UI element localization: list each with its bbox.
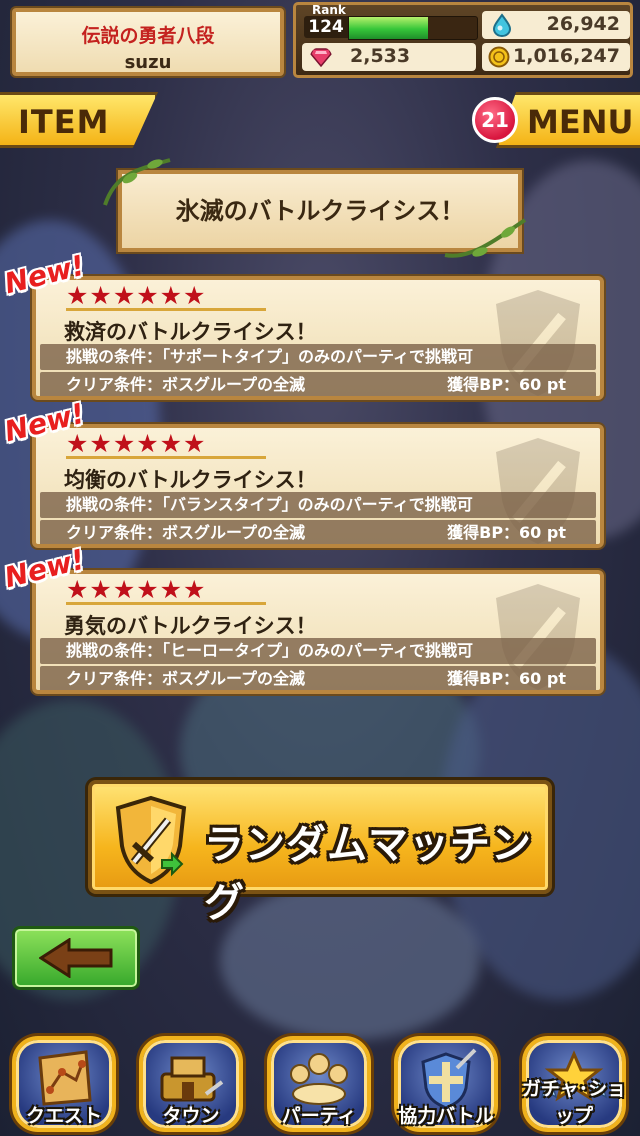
difficulty-stars: ★★★★★★ (66, 429, 207, 458)
menu-notification-badge: 21 (472, 97, 518, 143)
player-stats-panel: Rank 124 26,942 2,533 1,016,247 (293, 2, 633, 78)
bp-reward: 獲得BP：60 pt (447, 523, 566, 542)
difficulty-stars: ★★★★★★ (66, 575, 207, 604)
coin-cell: 1,016,247 (482, 43, 630, 71)
challenge-condition-text: 挑戦の条件：「バランスタイプ」のみのパーティで挑戦可 (66, 495, 473, 514)
stamina-cell: 26,942 (482, 11, 630, 39)
xp-bar (348, 16, 478, 40)
challenge-condition-text: 挑戦の条件：「ヒーロータイプ」のみのパーティで挑戦可 (66, 641, 474, 660)
nav-party[interactable]: パーティ (259, 1030, 379, 1136)
gem-value: 2,533 (350, 45, 411, 67)
town-icon (160, 1056, 224, 1102)
battle-card[interactable]: ★★★★★★ 救済のバトルクライシス！ 挑戦の条件：「サポートタイプ」のみのパーティ… (32, 276, 604, 400)
coin-value: 1,016,247 (513, 45, 620, 67)
battle-title: 救済のバトルクライシス！ (64, 320, 317, 344)
shield-sword-icon (115, 795, 187, 884)
nav-town-label: タウン (162, 1105, 220, 1127)
battle-card[interactable]: ★★★★★★ 勇気のバトルクライシス！ 挑戦の条件：「ヒーロータイプ」のみのパーティ… (32, 570, 604, 694)
player-name: suzu (124, 52, 172, 73)
challenge-condition: 挑戦の条件：「ヒーロータイプ」のみのパーティで挑戦可 (40, 638, 596, 664)
clear-condition-text: クリア条件：ボスグループの全滅 (66, 523, 306, 542)
rank-value: 124 (304, 16, 348, 38)
map-icon (38, 1050, 92, 1106)
stars-underline (66, 308, 266, 311)
challenge-condition-text: 挑戦の条件：「サポートタイプ」のみのパーティで挑戦可 (66, 347, 474, 366)
back-button[interactable] (12, 926, 140, 990)
gem-icon (310, 48, 332, 67)
battle-title: 均衡のバトルクライシス！ (64, 468, 317, 492)
nav-coop-battle[interactable]: 協力バトル (386, 1030, 506, 1136)
nav-party-label: パーティ (281, 1105, 357, 1127)
rank-label: Rank (312, 3, 346, 17)
coop-battle-icon (421, 1048, 477, 1108)
coin-icon (488, 46, 510, 68)
bottom-navigation: クエスト タウン パーティ 協力バトル ガチャ･ショップ (0, 1030, 640, 1136)
party-icon (290, 1053, 348, 1105)
player-title: 伝説の勇者八段 (81, 25, 215, 47)
battle-card[interactable]: ★★★★★★ 均衡のバトルクライシス！ 挑戦の条件：「バランスタイプ」のみのパーティ… (32, 424, 604, 548)
vine-decoration-icon (444, 218, 527, 258)
random-matching-label: ランダムマッチング (204, 822, 532, 926)
stars-underline (66, 456, 266, 459)
random-matching-button[interactable]: ランダムマッチング (88, 780, 552, 926)
bp-reward: 獲得BP：60 pt (447, 669, 566, 688)
stars-underline (66, 602, 266, 605)
nav-gacha-shop[interactable]: ガチャ･ショップ (514, 1030, 634, 1136)
menu-button-label: MENU (527, 103, 634, 141)
bp-reward: 獲得BP：60 pt (447, 375, 566, 394)
player-title-card: 伝説の勇者八段 suzu (12, 8, 284, 76)
clear-condition-text: クリア条件：ボスグループの全滅 (66, 669, 306, 688)
nav-coop-battle-label: 協力バトル (398, 1105, 494, 1127)
item-button-label: ITEM (18, 103, 110, 141)
clear-condition-text: クリア条件：ボスグループの全滅 (66, 375, 306, 394)
difficulty-stars: ★★★★★★ (66, 281, 207, 310)
clear-condition: クリア条件：ボスグループの全滅 獲得BP：60 pt (40, 372, 596, 396)
xp-bar-fill (349, 17, 429, 39)
stamina-value: 26,942 (546, 13, 620, 35)
vine-decoration-icon (103, 158, 171, 206)
nav-quest[interactable]: クエスト (4, 1030, 124, 1136)
clear-condition: クリア条件：ボスグループの全滅 獲得BP：60 pt (40, 520, 596, 544)
clear-condition: クリア条件：ボスグループの全滅 獲得BP：60 pt (40, 666, 596, 690)
battle-title: 勇気のバトルクライシス！ (64, 614, 317, 638)
stamina-potion-icon (492, 13, 512, 37)
challenge-condition: 挑戦の条件：「サポートタイプ」のみのパーティで挑戦可 (40, 344, 596, 370)
gem-cell: 2,533 (302, 43, 476, 71)
item-button[interactable]: ITEM (0, 92, 158, 148)
nav-town[interactable]: タウン (131, 1030, 251, 1136)
nav-quest-label: クエスト (25, 1105, 102, 1127)
back-arrow-icon (39, 938, 113, 978)
challenge-condition: 挑戦の条件：「バランスタイプ」のみのパーティで挑戦可 (40, 492, 596, 518)
nav-gacha-shop-label: ガチャ･ショップ (521, 1078, 627, 1127)
